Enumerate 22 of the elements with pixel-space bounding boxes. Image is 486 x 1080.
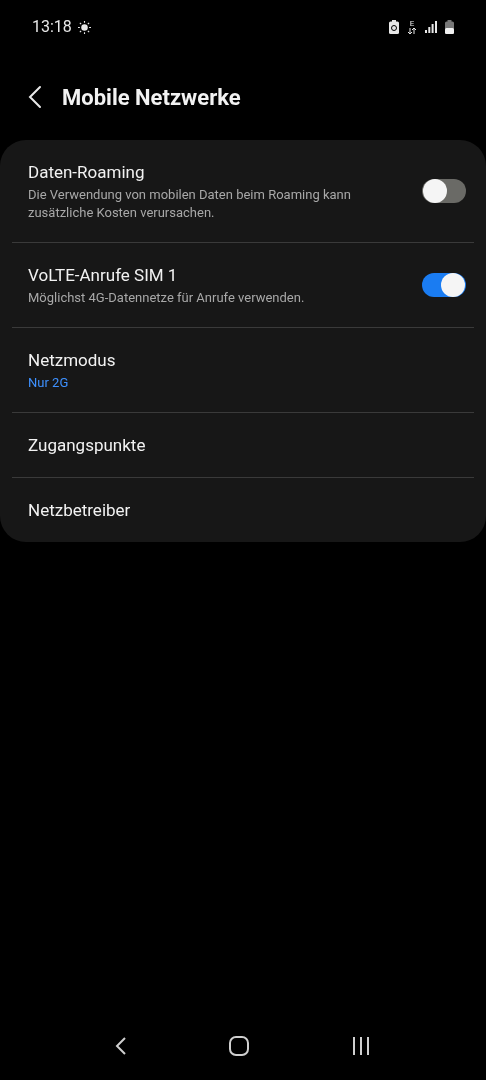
setting-value: Nur 2G — [28, 374, 70, 392]
setting-title[interactable]: Netzbetreiber — [28, 498, 458, 522]
battery-saver-icon — [389, 20, 399, 34]
setting-title[interactable]: Zugangspunkte — [28, 433, 458, 457]
setting-description: Die Verwendung von mobilen Daten beim Roaming kann zusätzliche Kosten verursachen. — [28, 186, 352, 222]
toggle-switch[interactable] — [422, 273, 466, 297]
toggle-switch[interactable] — [422, 179, 466, 203]
sun-icon — [77, 20, 91, 34]
battery-icon — [445, 20, 454, 34]
network-type-label: E — [409, 20, 415, 28]
recent-apps-icon[interactable] — [351, 1036, 372, 1056]
setting-title[interactable]: Netzmodus — [28, 348, 458, 372]
clock: 13:18 — [32, 16, 72, 38]
setting-title[interactable]: Daten-Roaming — [28, 160, 406, 184]
setting-title[interactable]: VoLTE-Anrufe SIM 1 — [28, 263, 406, 287]
data-arrows-icon — [407, 28, 417, 34]
back-icon[interactable] — [114, 1036, 127, 1056]
page-title: Mobile Netzwerke — [62, 83, 241, 112]
home-icon[interactable] — [228, 1035, 250, 1057]
signal-icon — [425, 21, 437, 33]
setting-description: Möglichst 4G-Datennetze für Anrufe verwenden. — [28, 289, 306, 307]
back-icon[interactable] — [28, 85, 42, 109]
